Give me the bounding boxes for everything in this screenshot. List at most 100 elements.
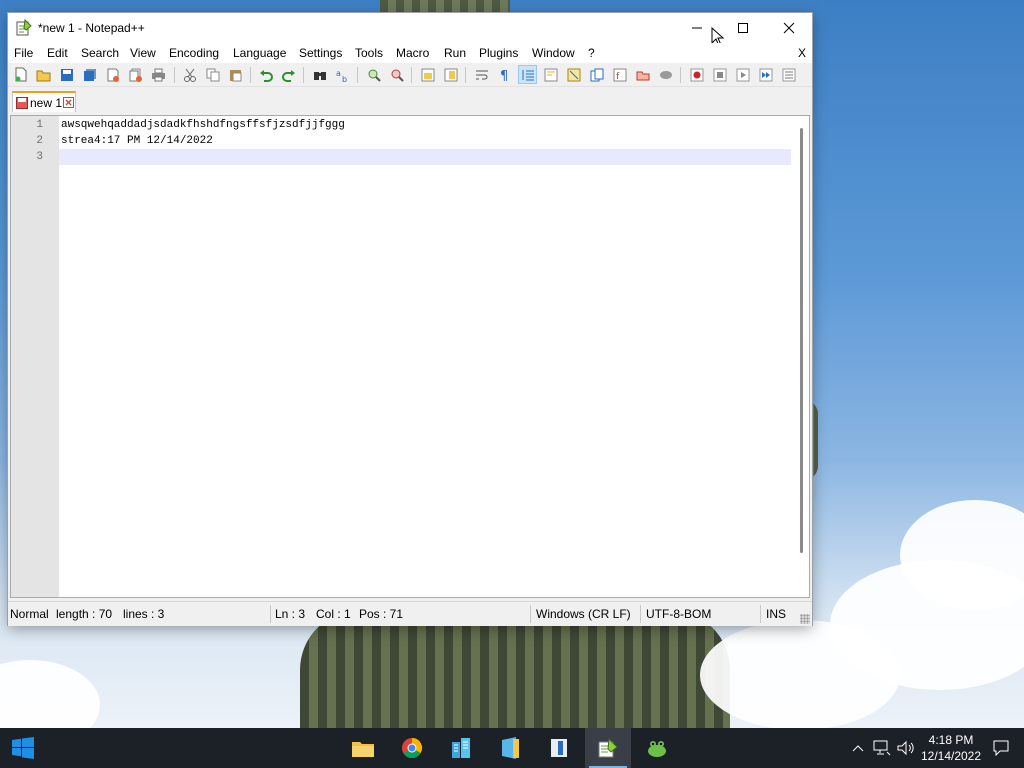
windows-logo-icon: [12, 737, 34, 759]
menu-help[interactable]: ?: [588, 46, 595, 60]
system-clock[interactable]: 4:18 PM 12/14/2022: [918, 732, 984, 764]
open-folder-icon: [36, 70, 51, 81]
zoom-in-icon: [368, 69, 381, 82]
status-eol: Windows (CR LF): [536, 607, 631, 621]
editor-line[interactable]: strea4:17 PM 12/14/2022: [61, 135, 213, 147]
toolbar-separator: [465, 67, 466, 83]
editor-line[interactable]: awsqwehqaddadjsdadkfhshdfngsffsfjzsdfjjf…: [61, 119, 345, 131]
close-button[interactable]: [766, 13, 812, 43]
taskbar-app-document[interactable]: [487, 728, 533, 768]
indent-guide-icon: [522, 69, 534, 80]
unsaved-file-icon: [16, 97, 28, 109]
close-document-x[interactable]: X: [798, 46, 806, 60]
zoom-out-button[interactable]: [388, 66, 405, 83]
save-button[interactable]: [58, 66, 75, 83]
close-tab-icon[interactable]: [63, 97, 74, 108]
resize-grip[interactable]: [800, 614, 810, 624]
menu-edit[interactable]: Edit: [47, 46, 68, 60]
taskbar: 4:18 PM 12/14/2022: [0, 728, 1024, 768]
status-separator: [760, 605, 761, 623]
status-insert-mode: INS: [766, 607, 787, 621]
menu-window[interactable]: Window: [532, 46, 575, 60]
volume-tray-button[interactable]: [897, 739, 915, 757]
save-macro-button[interactable]: [780, 66, 797, 83]
print-button[interactable]: [150, 66, 167, 83]
clock-time: 4:18 PM: [928, 733, 974, 747]
print-icon: [152, 68, 165, 81]
copy-button[interactable]: [204, 66, 221, 83]
network-tray-button[interactable]: [873, 739, 891, 757]
menu-search[interactable]: Search: [81, 46, 119, 60]
menu-view[interactable]: View: [130, 46, 156, 60]
document-map-button[interactable]: [565, 66, 582, 83]
sync-vertical-icon: [421, 68, 434, 81]
new-file-button[interactable]: [12, 66, 29, 83]
paste-button[interactable]: [227, 66, 244, 83]
replace-button[interactable]: ab: [334, 66, 351, 83]
playback-macro-button[interactable]: [734, 66, 751, 83]
function-list-icon: f: [613, 68, 626, 82]
minimize-icon: [692, 27, 702, 29]
menu-file[interactable]: File: [14, 46, 33, 60]
save-all-icon: [83, 68, 96, 81]
taskbar-app-frog[interactable]: [634, 728, 680, 768]
maximize-button[interactable]: [720, 13, 766, 43]
close-all-button[interactable]: [127, 66, 144, 83]
line-number: 3: [36, 151, 43, 163]
notification-icon: [993, 740, 1009, 756]
cut-button[interactable]: [181, 66, 198, 83]
start-button[interactable]: [0, 728, 46, 768]
zoom-in-button[interactable]: [365, 66, 382, 83]
scrollbar-thumb[interactable]: [800, 128, 803, 553]
chrome-icon: [402, 737, 423, 759]
title-bar[interactable]: *new 1 - Notepad++: [8, 13, 812, 47]
user-language-button[interactable]: [542, 66, 559, 83]
redo-button[interactable]: [280, 66, 297, 83]
taskbar-app-buildings[interactable]: [438, 728, 484, 768]
menu-plugins[interactable]: Plugins: [479, 46, 518, 60]
status-language: Normal: [10, 607, 49, 621]
document-list-icon: [590, 68, 603, 81]
sync-horizontal-button[interactable]: [442, 66, 459, 83]
taskbar-app-books[interactable]: [536, 728, 582, 768]
open-file-button[interactable]: [35, 66, 52, 83]
menu-encoding[interactable]: Encoding: [169, 46, 219, 60]
find-button[interactable]: [311, 66, 328, 83]
undo-button[interactable]: [257, 66, 274, 83]
menu-macro[interactable]: Macro: [396, 46, 429, 60]
menu-settings[interactable]: Settings: [299, 46, 342, 60]
vertical-scrollbar[interactable]: [792, 116, 809, 597]
run-macro-multiple-button[interactable]: [757, 66, 774, 83]
show-all-chars-button[interactable]: ¶: [496, 66, 513, 83]
menu-language[interactable]: Language: [233, 46, 286, 60]
current-line-highlight: [59, 149, 791, 165]
save-all-button[interactable]: [81, 66, 98, 83]
menu-run[interactable]: Run: [444, 46, 466, 60]
document-list-button[interactable]: [588, 66, 605, 83]
text-editor[interactable]: 1 2 3 awsqwehqaddadjsdadkfhshdfngsffsfjz…: [10, 115, 810, 598]
zoom-out-icon: [391, 69, 404, 82]
tab-bar: new 1: [8, 91, 812, 113]
action-center-button[interactable]: [992, 739, 1010, 757]
toolbar-separator: [250, 67, 251, 83]
taskbar-file-explorer[interactable]: [340, 728, 386, 768]
word-wrap-button[interactable]: [473, 66, 490, 83]
folder-icon: [352, 742, 374, 757]
sync-vertical-button[interactable]: [419, 66, 436, 83]
status-encoding: UTF-8-BOM: [646, 607, 712, 621]
record-macro-button[interactable]: [688, 66, 705, 83]
taskbar-chrome[interactable]: [389, 728, 435, 768]
copy-icon: [206, 68, 219, 81]
function-list-button[interactable]: f: [611, 66, 628, 83]
close-file-button[interactable]: [104, 66, 121, 83]
show-hidden-icons-button[interactable]: [849, 739, 867, 757]
menu-tools[interactable]: Tools: [355, 46, 383, 60]
folder-workspace-button[interactable]: [634, 66, 651, 83]
document-map-icon: [567, 68, 580, 81]
indent-guide-button[interactable]: [518, 65, 537, 84]
replace-icon: ab: [336, 69, 347, 82]
monitoring-button[interactable]: [657, 66, 674, 83]
stop-recording-button[interactable]: [711, 66, 728, 83]
tab-new-1[interactable]: new 1: [12, 91, 76, 112]
taskbar-notepadpp[interactable]: [585, 728, 631, 768]
